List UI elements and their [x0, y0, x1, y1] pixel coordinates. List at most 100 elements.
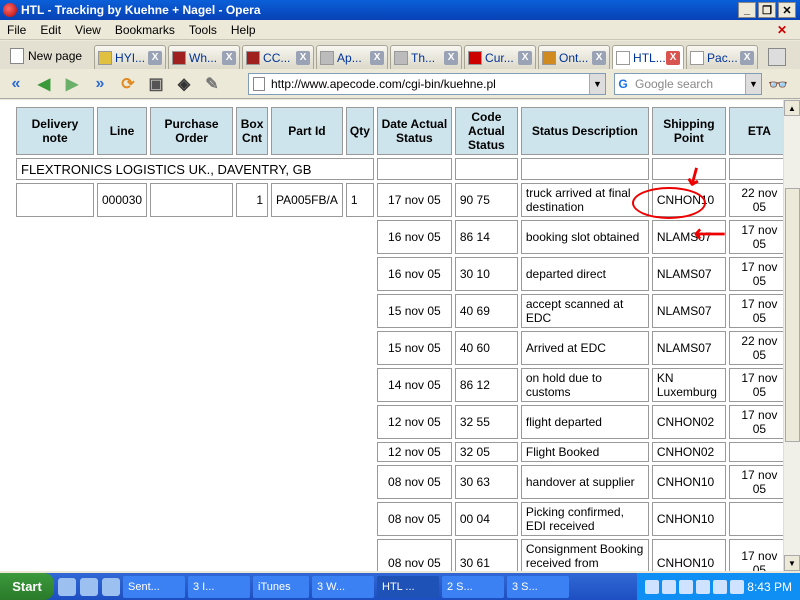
tab[interactable]: HYI... X — [94, 45, 167, 69]
spacer — [271, 257, 343, 291]
status-description-cell: Picking confirmed, EDI received — [520, 502, 649, 536]
search-field[interactable]: G Google search ▼ — [614, 73, 762, 95]
search-dropdown[interactable]: ▼ — [745, 74, 761, 94]
tray-icon[interactable] — [645, 579, 660, 594]
spacer — [346, 405, 374, 439]
media-icon[interactable] — [80, 577, 98, 596]
menu-item-tools[interactable]: Tools — [182, 23, 224, 37]
taskbar-item[interactable]: 3 I... — [188, 575, 250, 598]
glasses-icon[interactable]: 👓 — [768, 75, 788, 95]
column-header[interactable]: Date Actual Status — [376, 107, 452, 155]
spacer — [97, 442, 147, 462]
tab[interactable]: Pac... X — [686, 45, 759, 69]
tray-icon[interactable] — [730, 579, 745, 594]
reload-icon[interactable]: ⟳ — [116, 73, 140, 95]
rewind-icon[interactable]: « — [4, 73, 28, 95]
menu-item-file[interactable]: File — [0, 23, 33, 37]
back-icon[interactable]: ◀ — [32, 73, 56, 95]
tab[interactable]: CC... X — [242, 45, 315, 69]
spacer — [97, 220, 147, 254]
taskbar-item[interactable]: 3 W... — [312, 575, 374, 598]
home-icon[interactable]: ▣ — [144, 73, 168, 95]
taskbar-item[interactable]: Sent... — [123, 575, 185, 598]
shipping-point-cell: NLAMS07 — [651, 331, 726, 365]
code-cell: 30 10 — [454, 257, 518, 291]
ie-icon[interactable] — [58, 577, 76, 596]
column-header[interactable]: Qty — [345, 107, 374, 155]
menu-item-edit[interactable]: Edit — [33, 23, 68, 37]
column-header[interactable]: Shipping Point — [651, 107, 726, 155]
forward-icon[interactable]: ▶ — [60, 73, 84, 95]
column-header[interactable]: Purchase Order — [150, 107, 234, 155]
tab-close-icon[interactable]: X — [518, 50, 533, 65]
url-text: http://www.apecode.com/cgi-bin/kuehne.pl — [271, 77, 496, 91]
minimize-button[interactable]: _ — [738, 2, 756, 18]
start-button[interactable]: Start — [0, 573, 54, 600]
tray-icon[interactable] — [662, 579, 677, 594]
tab-close-icon[interactable]: X — [740, 50, 755, 65]
maximize-button[interactable]: ❐ — [758, 2, 776, 18]
tab-close-icon[interactable]: X — [222, 50, 237, 65]
taskbar-item[interactable]: 2 S... — [442, 575, 504, 598]
scroll-up-icon[interactable]: ▲ — [784, 100, 800, 116]
scroll-thumb[interactable] — [785, 188, 800, 442]
date-cell: 08 nov 05 — [376, 502, 452, 536]
tab[interactable]: Ap... X — [316, 45, 389, 69]
tab[interactable]: HTL... X — [612, 45, 685, 69]
menu-item-view[interactable]: View — [68, 23, 108, 37]
fast-forward-icon[interactable]: » — [88, 73, 112, 95]
tab-close-icon[interactable]: X — [592, 50, 607, 65]
close-page-icon[interactable]: ✕ — [770, 23, 794, 37]
spacer — [376, 158, 452, 180]
spacer — [150, 405, 233, 439]
tab-close-icon[interactable]: X — [296, 50, 311, 65]
tray-icon[interactable] — [713, 579, 728, 594]
qty-cell: 1 — [345, 183, 374, 217]
menu-item-bookmarks[interactable]: Bookmarks — [108, 23, 182, 37]
menu-item-help[interactable]: Help — [224, 23, 263, 37]
vertical-scrollbar[interactable]: ▲ ▼ — [783, 100, 800, 571]
wand-icon[interactable]: ◈ — [172, 73, 196, 95]
opera-quicklaunch-icon[interactable] — [102, 577, 120, 596]
tab-close-icon[interactable]: X — [444, 50, 459, 65]
tab[interactable]: Ont... X — [538, 45, 611, 69]
scroll-down-icon[interactable]: ▼ — [784, 555, 800, 571]
tab-close-icon[interactable]: X — [666, 50, 681, 65]
tab-favicon-icon — [690, 50, 705, 65]
opera-icon — [3, 3, 17, 17]
tab-label: Ap... — [337, 50, 362, 65]
address-dropdown[interactable]: ▼ — [589, 74, 605, 94]
tab[interactable]: Wh... X — [168, 45, 241, 69]
close-button[interactable]: ✕ — [778, 2, 796, 18]
trash-icon[interactable] — [768, 48, 787, 66]
column-header[interactable]: ETA — [728, 107, 790, 155]
spacer — [16, 405, 94, 439]
spacer — [236, 465, 268, 499]
edit-icon[interactable]: ✎ — [200, 73, 224, 95]
address-field[interactable]: http://www.apecode.com/cgi-bin/kuehne.pl… — [248, 73, 606, 95]
new-page-button[interactable]: New page — [4, 43, 88, 69]
search-placeholder: Google search — [635, 77, 714, 91]
tray-icon[interactable] — [696, 579, 711, 594]
taskbar-item[interactable]: HTL ... — [377, 575, 439, 598]
tab[interactable]: Cur... X — [464, 45, 537, 69]
column-header[interactable]: Box Cnt — [236, 107, 269, 155]
column-header[interactable]: Part Id — [271, 107, 343, 155]
tray-icon[interactable] — [679, 579, 694, 594]
tab-favicon-icon — [172, 50, 187, 65]
taskbar-item[interactable]: 3 S... — [507, 575, 569, 598]
tab-close-icon[interactable]: X — [370, 50, 385, 65]
code-cell: 40 60 — [454, 331, 518, 365]
tab-favicon-icon — [542, 50, 557, 65]
tab-label: Pac... — [707, 50, 738, 65]
column-header[interactable]: Code Actual Status — [454, 107, 518, 155]
tab-close-icon[interactable]: X — [148, 50, 163, 65]
tab[interactable]: Th... X — [390, 45, 463, 69]
column-header[interactable]: Line — [97, 107, 148, 155]
eta-cell: 17 nov 05 — [728, 220, 790, 254]
taskbar-item[interactable]: iTunes — [253, 575, 309, 598]
code-cell: 86 14 — [454, 220, 518, 254]
spacer — [236, 257, 268, 291]
column-header[interactable]: Delivery note — [16, 107, 94, 155]
column-header[interactable]: Status Description — [520, 107, 649, 155]
